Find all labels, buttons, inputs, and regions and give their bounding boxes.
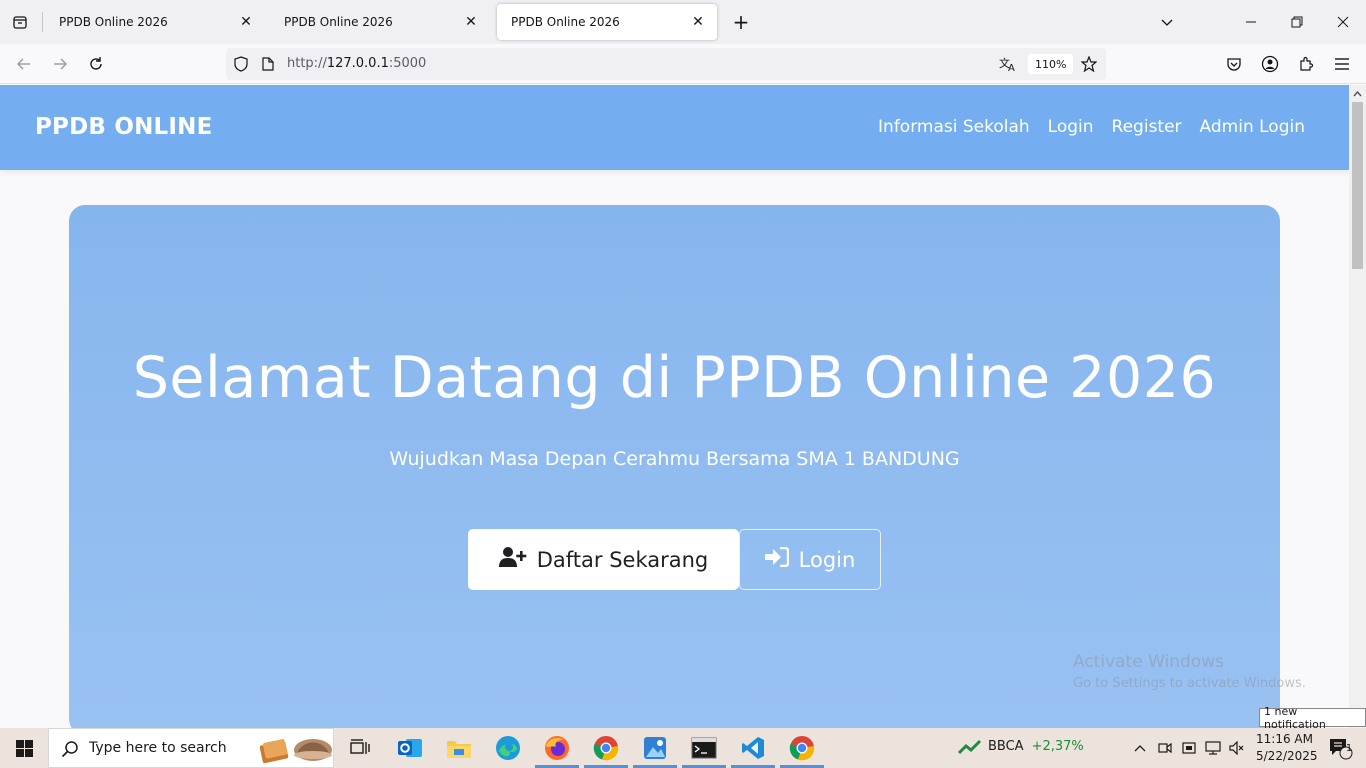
notification-toast[interactable]: 1 new notification bbox=[1259, 705, 1366, 731]
volume-muted-icon[interactable] bbox=[1225, 728, 1249, 768]
shield-icon[interactable] bbox=[231, 54, 251, 74]
site-brand[interactable]: PPDB ONLINE bbox=[35, 114, 213, 140]
chrome-icon[interactable] bbox=[582, 728, 630, 768]
new-tab-button[interactable]: + bbox=[728, 9, 754, 35]
register-now-button[interactable]: Daftar Sekarang bbox=[468, 529, 739, 590]
system-clock[interactable]: 11:16 AM 5/22/2025 bbox=[1256, 731, 1318, 765]
taskbar-search-box[interactable]: Type here to search bbox=[48, 728, 334, 768]
close-window-button[interactable] bbox=[1320, 0, 1366, 44]
site-header: PPDB ONLINE Informasi Sekolah Login Regi… bbox=[0, 85, 1349, 170]
url-text[interactable]: http://127.0.0.1:5000 bbox=[287, 56, 426, 71]
restore-button[interactable] bbox=[1274, 0, 1320, 44]
tab-overflow-chevron-icon[interactable] bbox=[1144, 0, 1190, 44]
back-arrow-icon[interactable] bbox=[10, 50, 38, 78]
page-viewport: PPDB ONLINE Informasi Sekolah Login Regi… bbox=[0, 85, 1349, 728]
meet-now-icon[interactable] bbox=[1153, 728, 1177, 768]
browser-nav-bar: http://127.0.0.1:5000 文A 110% bbox=[0, 44, 1366, 84]
tab-separator bbox=[42, 12, 43, 32]
action-center-icon[interactable]: 1 bbox=[1320, 728, 1360, 768]
browser-tab-strip: PPDB Online 2026 ✕ PPDB Online 2026 ✕ PP… bbox=[0, 0, 1366, 44]
pocket-icon[interactable] bbox=[1220, 50, 1248, 78]
vscode-icon[interactable] bbox=[729, 728, 777, 768]
reload-icon[interactable] bbox=[82, 50, 110, 78]
register-now-label: Daftar Sekarang bbox=[536, 547, 709, 572]
forward-arrow-icon[interactable] bbox=[46, 50, 74, 78]
extensions-puzzle-icon[interactable] bbox=[1292, 50, 1320, 78]
browser-tab-active[interactable]: PPDB Online 2026 ✕ bbox=[497, 4, 717, 40]
edge-icon[interactable] bbox=[484, 728, 532, 768]
terminal-icon[interactable] bbox=[680, 728, 728, 768]
nav-link-register[interactable]: Register bbox=[1112, 117, 1182, 137]
network-icon[interactable] bbox=[1201, 728, 1225, 768]
hero-subtitle: Wujudkan Masa Depan Cerahmu Bersama SMA … bbox=[389, 448, 960, 470]
scrollbar-thumb[interactable] bbox=[1352, 102, 1363, 269]
nav-link-login[interactable]: Login bbox=[1048, 117, 1094, 137]
minimize-button[interactable] bbox=[1228, 0, 1274, 44]
hamburger-menu-icon[interactable] bbox=[1328, 50, 1356, 78]
account-icon[interactable] bbox=[1256, 50, 1284, 78]
file-explorer-icon[interactable] bbox=[435, 728, 483, 768]
outlook-icon[interactable] bbox=[386, 728, 434, 768]
screen-capture-icon[interactable] bbox=[1177, 728, 1201, 768]
tab-title: PPDB Online 2026 bbox=[511, 15, 620, 29]
site-nav: Informasi Sekolah Login Register Admin L… bbox=[878, 117, 1305, 137]
close-icon[interactable]: ✕ bbox=[462, 13, 480, 31]
tab-title: PPDB Online 2026 bbox=[59, 15, 168, 29]
hero-section: Selamat Datang di PPDB Online 2026 Wujud… bbox=[69, 205, 1280, 728]
tab-title: PPDB Online 2026 bbox=[284, 15, 393, 29]
page-scrollbar[interactable] bbox=[1349, 85, 1366, 728]
watermark-line-2: Go to Settings to activate Windows. bbox=[1073, 676, 1306, 691]
bookmark-star-icon[interactable] bbox=[1079, 54, 1099, 74]
stock-widget[interactable]: BBCA +2,37% bbox=[957, 739, 1084, 755]
page-icon[interactable] bbox=[258, 54, 278, 74]
close-icon[interactable]: ✕ bbox=[237, 13, 255, 31]
tab-list-icon[interactable] bbox=[6, 8, 34, 36]
nav-link-informasi-sekolah[interactable]: Informasi Sekolah bbox=[878, 117, 1030, 137]
hero-login-label: Login bbox=[798, 547, 856, 572]
photos-icon[interactable] bbox=[631, 728, 679, 768]
watermark-line-1: Activate Windows bbox=[1073, 652, 1224, 672]
user-plus-icon bbox=[498, 546, 527, 573]
firefox-icon[interactable] bbox=[533, 728, 581, 768]
svg-text:A: A bbox=[1008, 63, 1015, 72]
clock-time: 11:16 AM bbox=[1256, 732, 1313, 746]
url-port: :5000 bbox=[388, 56, 427, 71]
search-placeholder: Type here to search bbox=[89, 740, 227, 756]
nav-link-admin-login[interactable]: Admin Login bbox=[1200, 117, 1305, 137]
url-host: 127.0.0.1 bbox=[326, 56, 389, 71]
chevron-up-icon[interactable] bbox=[1128, 728, 1152, 768]
stock-trend-up-icon bbox=[957, 739, 982, 759]
close-icon[interactable]: ✕ bbox=[689, 13, 707, 31]
clock-date: 5/22/2025 bbox=[1256, 749, 1318, 763]
taskbar: Type here to search BBCA +2,37% 11:16 AM… bbox=[0, 728, 1366, 768]
browser-tab[interactable]: PPDB Online 2026 ✕ bbox=[45, 4, 265, 40]
zoom-level-button[interactable]: 110% bbox=[1028, 54, 1074, 74]
hero-login-button[interactable]: Login bbox=[739, 529, 881, 590]
chrome-profile-icon[interactable] bbox=[778, 728, 826, 768]
activate-windows-watermark: Activate Windows Go to Settings to activ… bbox=[1073, 652, 1306, 691]
search-highlight-illustration-icon bbox=[259, 733, 333, 768]
stock-symbol: BBCA bbox=[988, 739, 1024, 754]
scroll-up-arrow-icon[interactable] bbox=[1349, 85, 1366, 102]
sign-in-icon bbox=[764, 546, 789, 572]
notification-count-badge: 1 bbox=[1345, 743, 1353, 754]
translate-icon[interactable]: 文A bbox=[998, 54, 1018, 74]
hero-title: Selamat Datang di PPDB Online 2026 bbox=[132, 345, 1217, 411]
stock-change: +2,37% bbox=[1031, 739, 1084, 754]
url-prefix: http:// bbox=[287, 56, 327, 71]
browser-tab[interactable]: PPDB Online 2026 ✕ bbox=[270, 4, 490, 40]
url-bar[interactable]: http://127.0.0.1:5000 文A 110% bbox=[226, 48, 1106, 80]
windows-start-icon[interactable] bbox=[0, 728, 48, 768]
task-view-icon[interactable] bbox=[336, 728, 384, 768]
search-icon bbox=[61, 740, 79, 762]
